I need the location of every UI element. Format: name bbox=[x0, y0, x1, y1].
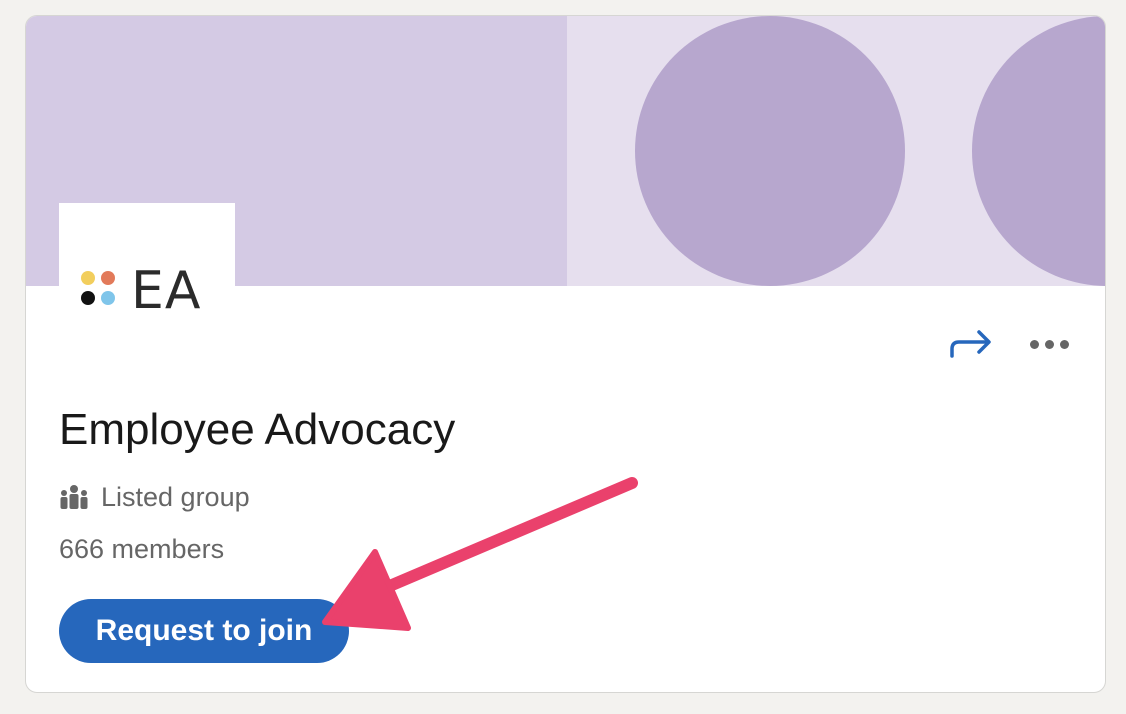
logo-dot-orange bbox=[101, 271, 115, 285]
request-to-join-button[interactable]: Request to join bbox=[59, 599, 349, 663]
logo-dot-blue bbox=[101, 291, 115, 305]
group-logo[interactable]: EA bbox=[59, 203, 235, 343]
more-dot bbox=[1060, 340, 1069, 349]
share-arrow-icon bbox=[950, 330, 991, 358]
share-button[interactable] bbox=[946, 322, 996, 366]
people-icon bbox=[60, 485, 88, 509]
logo-text: EA bbox=[131, 261, 202, 321]
group-title: Employee Advocacy bbox=[59, 405, 456, 454]
logo-dot-yellow bbox=[81, 271, 95, 285]
logo-dot-black bbox=[81, 291, 95, 305]
more-dot bbox=[1045, 340, 1054, 349]
more-options-button[interactable] bbox=[1024, 322, 1076, 366]
more-dot bbox=[1030, 340, 1039, 349]
member-count[interactable]: 666 members bbox=[59, 531, 224, 567]
group-visibility: Listed group bbox=[59, 479, 250, 515]
cover-circle bbox=[635, 16, 905, 286]
group-card: EA Employee Advocacy Listed group 666 me… bbox=[25, 15, 1106, 693]
group-visibility-label: Listed group bbox=[101, 481, 250, 512]
logo-dots-icon bbox=[81, 271, 119, 309]
